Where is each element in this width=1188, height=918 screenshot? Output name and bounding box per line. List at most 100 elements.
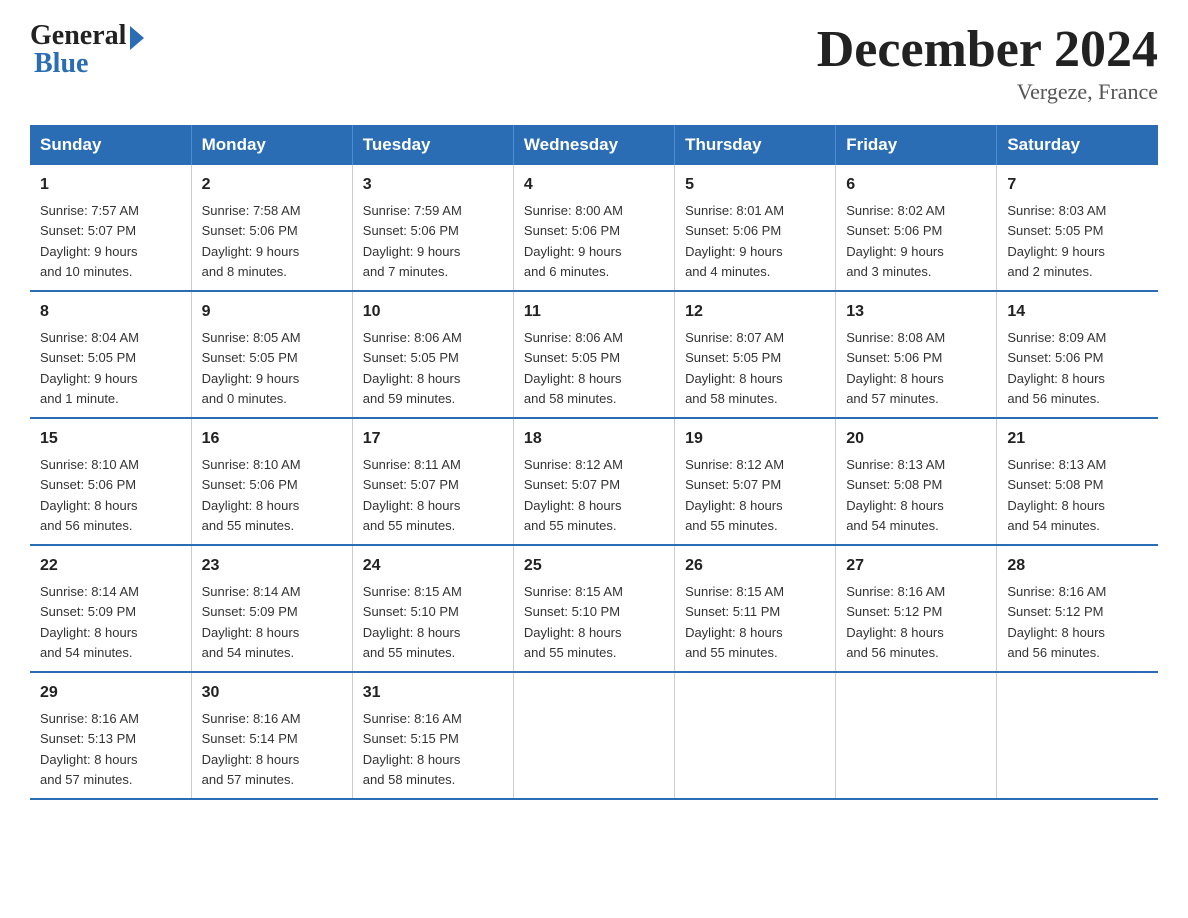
- calendar-cell: 29 Sunrise: 8:16 AMSunset: 5:13 PMDaylig…: [30, 672, 191, 799]
- day-info: Sunrise: 8:10 AMSunset: 5:06 PMDaylight:…: [202, 457, 301, 533]
- calendar-cell: 6 Sunrise: 8:02 AMSunset: 5:06 PMDayligh…: [836, 165, 997, 291]
- calendar-cell: 18 Sunrise: 8:12 AMSunset: 5:07 PMDaylig…: [513, 418, 674, 545]
- day-info: Sunrise: 8:12 AMSunset: 5:07 PMDaylight:…: [685, 457, 784, 533]
- day-info: Sunrise: 8:15 AMSunset: 5:11 PMDaylight:…: [685, 584, 784, 660]
- day-number: 17: [363, 427, 503, 451]
- day-number: 5: [685, 173, 825, 197]
- day-info: Sunrise: 8:16 AMSunset: 5:12 PMDaylight:…: [846, 584, 945, 660]
- calendar-week-3: 15 Sunrise: 8:10 AMSunset: 5:06 PMDaylig…: [30, 418, 1158, 545]
- calendar-cell: 21 Sunrise: 8:13 AMSunset: 5:08 PMDaylig…: [997, 418, 1158, 545]
- day-info: Sunrise: 8:16 AMSunset: 5:12 PMDaylight:…: [1007, 584, 1106, 660]
- day-info: Sunrise: 8:05 AMSunset: 5:05 PMDaylight:…: [202, 330, 301, 406]
- day-info: Sunrise: 8:00 AMSunset: 5:06 PMDaylight:…: [524, 203, 623, 279]
- logo: General Blue: [30, 20, 144, 80]
- day-number: 28: [1007, 554, 1148, 578]
- day-info: Sunrise: 8:06 AMSunset: 5:05 PMDaylight:…: [363, 330, 462, 406]
- calendar-cell: [836, 672, 997, 799]
- day-info: Sunrise: 8:13 AMSunset: 5:08 PMDaylight:…: [846, 457, 945, 533]
- day-number: 8: [40, 300, 181, 324]
- day-number: 3: [363, 173, 503, 197]
- day-info: Sunrise: 8:06 AMSunset: 5:05 PMDaylight:…: [524, 330, 623, 406]
- calendar-week-1: 1 Sunrise: 7:57 AMSunset: 5:07 PMDayligh…: [30, 165, 1158, 291]
- day-info: Sunrise: 8:16 AMSunset: 5:13 PMDaylight:…: [40, 711, 139, 787]
- calendar-cell: 9 Sunrise: 8:05 AMSunset: 5:05 PMDayligh…: [191, 291, 352, 418]
- calendar-cell: 10 Sunrise: 8:06 AMSunset: 5:05 PMDaylig…: [352, 291, 513, 418]
- day-info: Sunrise: 8:12 AMSunset: 5:07 PMDaylight:…: [524, 457, 623, 533]
- calendar-week-4: 22 Sunrise: 8:14 AMSunset: 5:09 PMDaylig…: [30, 545, 1158, 672]
- day-number: 24: [363, 554, 503, 578]
- day-info: Sunrise: 8:15 AMSunset: 5:10 PMDaylight:…: [524, 584, 623, 660]
- calendar-cell: 28 Sunrise: 8:16 AMSunset: 5:12 PMDaylig…: [997, 545, 1158, 672]
- day-number: 11: [524, 300, 664, 324]
- col-tuesday: Tuesday: [352, 125, 513, 165]
- month-title: December 2024: [817, 20, 1158, 79]
- day-number: 30: [202, 681, 342, 705]
- calendar-cell: 23 Sunrise: 8:14 AMSunset: 5:09 PMDaylig…: [191, 545, 352, 672]
- day-info: Sunrise: 7:58 AMSunset: 5:06 PMDaylight:…: [202, 203, 301, 279]
- calendar-cell: 30 Sunrise: 8:16 AMSunset: 5:14 PMDaylig…: [191, 672, 352, 799]
- calendar-cell: 4 Sunrise: 8:00 AMSunset: 5:06 PMDayligh…: [513, 165, 674, 291]
- calendar-cell: [997, 672, 1158, 799]
- calendar-cell: 13 Sunrise: 8:08 AMSunset: 5:06 PMDaylig…: [836, 291, 997, 418]
- calendar-cell: 19 Sunrise: 8:12 AMSunset: 5:07 PMDaylig…: [675, 418, 836, 545]
- day-info: Sunrise: 8:14 AMSunset: 5:09 PMDaylight:…: [202, 584, 301, 660]
- day-number: 7: [1007, 173, 1148, 197]
- day-number: 20: [846, 427, 986, 451]
- day-info: Sunrise: 8:02 AMSunset: 5:06 PMDaylight:…: [846, 203, 945, 279]
- calendar-cell: 24 Sunrise: 8:15 AMSunset: 5:10 PMDaylig…: [352, 545, 513, 672]
- day-info: Sunrise: 8:08 AMSunset: 5:06 PMDaylight:…: [846, 330, 945, 406]
- calendar-cell: 17 Sunrise: 8:11 AMSunset: 5:07 PMDaylig…: [352, 418, 513, 545]
- calendar-cell: 2 Sunrise: 7:58 AMSunset: 5:06 PMDayligh…: [191, 165, 352, 291]
- title-block: December 2024 Vergeze, France: [817, 20, 1158, 105]
- calendar-cell: 5 Sunrise: 8:01 AMSunset: 5:06 PMDayligh…: [675, 165, 836, 291]
- calendar-cell: 20 Sunrise: 8:13 AMSunset: 5:08 PMDaylig…: [836, 418, 997, 545]
- calendar-week-2: 8 Sunrise: 8:04 AMSunset: 5:05 PMDayligh…: [30, 291, 1158, 418]
- day-number: 10: [363, 300, 503, 324]
- col-friday: Friday: [836, 125, 997, 165]
- calendar-header-row: Sunday Monday Tuesday Wednesday Thursday…: [30, 125, 1158, 165]
- col-saturday: Saturday: [997, 125, 1158, 165]
- calendar-cell: 11 Sunrise: 8:06 AMSunset: 5:05 PMDaylig…: [513, 291, 674, 418]
- calendar-table: Sunday Monday Tuesday Wednesday Thursday…: [30, 125, 1158, 800]
- calendar-cell: [513, 672, 674, 799]
- day-number: 16: [202, 427, 342, 451]
- day-number: 9: [202, 300, 342, 324]
- calendar-cell: 12 Sunrise: 8:07 AMSunset: 5:05 PMDaylig…: [675, 291, 836, 418]
- day-info: Sunrise: 8:10 AMSunset: 5:06 PMDaylight:…: [40, 457, 139, 533]
- day-info: Sunrise: 8:07 AMSunset: 5:05 PMDaylight:…: [685, 330, 784, 406]
- day-number: 1: [40, 173, 181, 197]
- calendar-cell: [675, 672, 836, 799]
- day-number: 31: [363, 681, 503, 705]
- day-number: 19: [685, 427, 825, 451]
- calendar-cell: 31 Sunrise: 8:16 AMSunset: 5:15 PMDaylig…: [352, 672, 513, 799]
- day-number: 29: [40, 681, 181, 705]
- page-header: General Blue December 2024 Vergeze, Fran…: [30, 20, 1158, 105]
- day-info: Sunrise: 8:11 AMSunset: 5:07 PMDaylight:…: [363, 457, 461, 533]
- day-number: 18: [524, 427, 664, 451]
- day-number: 26: [685, 554, 825, 578]
- calendar-week-5: 29 Sunrise: 8:16 AMSunset: 5:13 PMDaylig…: [30, 672, 1158, 799]
- day-number: 27: [846, 554, 986, 578]
- day-number: 22: [40, 554, 181, 578]
- calendar-cell: 26 Sunrise: 8:15 AMSunset: 5:11 PMDaylig…: [675, 545, 836, 672]
- col-wednesday: Wednesday: [513, 125, 674, 165]
- calendar-cell: 1 Sunrise: 7:57 AMSunset: 5:07 PMDayligh…: [30, 165, 191, 291]
- day-info: Sunrise: 8:04 AMSunset: 5:05 PMDaylight:…: [40, 330, 139, 406]
- calendar-cell: 25 Sunrise: 8:15 AMSunset: 5:10 PMDaylig…: [513, 545, 674, 672]
- day-number: 14: [1007, 300, 1148, 324]
- col-monday: Monday: [191, 125, 352, 165]
- day-number: 25: [524, 554, 664, 578]
- calendar-cell: 3 Sunrise: 7:59 AMSunset: 5:06 PMDayligh…: [352, 165, 513, 291]
- logo-arrow-icon: [130, 26, 144, 50]
- col-sunday: Sunday: [30, 125, 191, 165]
- calendar-cell: 27 Sunrise: 8:16 AMSunset: 5:12 PMDaylig…: [836, 545, 997, 672]
- day-info: Sunrise: 8:03 AMSunset: 5:05 PMDaylight:…: [1007, 203, 1106, 279]
- day-info: Sunrise: 8:09 AMSunset: 5:06 PMDaylight:…: [1007, 330, 1106, 406]
- calendar-cell: 7 Sunrise: 8:03 AMSunset: 5:05 PMDayligh…: [997, 165, 1158, 291]
- calendar-cell: 14 Sunrise: 8:09 AMSunset: 5:06 PMDaylig…: [997, 291, 1158, 418]
- day-number: 13: [846, 300, 986, 324]
- calendar-cell: 22 Sunrise: 8:14 AMSunset: 5:09 PMDaylig…: [30, 545, 191, 672]
- calendar-cell: 16 Sunrise: 8:10 AMSunset: 5:06 PMDaylig…: [191, 418, 352, 545]
- day-number: 2: [202, 173, 342, 197]
- calendar-cell: 8 Sunrise: 8:04 AMSunset: 5:05 PMDayligh…: [30, 291, 191, 418]
